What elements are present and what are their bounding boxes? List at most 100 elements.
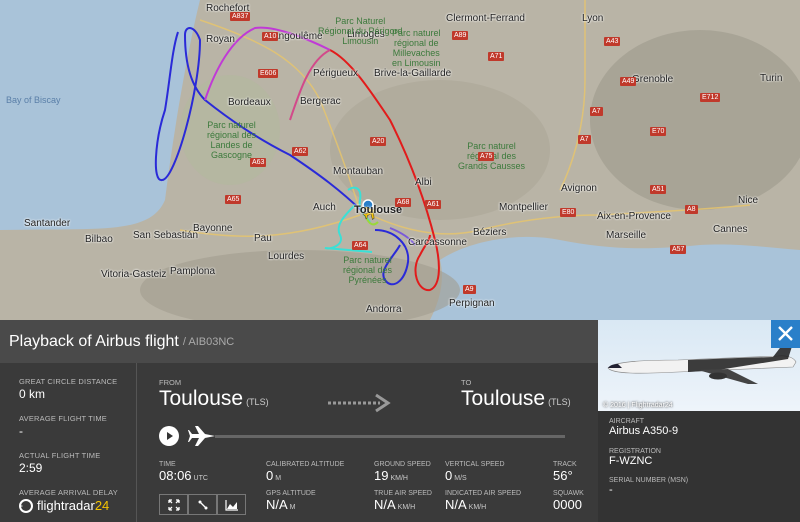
gps-altitude: GPS ALTITUDE N/A M — [266, 490, 316, 512]
road-label: A7 — [578, 135, 591, 144]
road-label: A57 — [670, 245, 687, 254]
destination-city[interactable]: Toulouse (TLS) — [461, 387, 571, 411]
indicated-air-speed: INDICATED AIR SPEED N/A KM/H — [445, 490, 522, 512]
track-heading: TRACK 56° — [553, 461, 577, 483]
route-icon — [198, 500, 207, 509]
city-label-lourdes: Lourdes — [268, 251, 305, 262]
flight-code: / AIB03NC — [182, 335, 235, 348]
flight-map[interactable]: Bay of Biscay Rochefort Angoulême Royan Lim… — [0, 0, 800, 320]
sea-label: Bay of Biscay — [6, 95, 61, 105]
road-label: A10 — [262, 32, 279, 41]
city-label-pamplona: Pamplona — [170, 266, 216, 277]
city-label-lyon: Lyon — [582, 13, 604, 24]
city-label-bergerac: Bergerac — [300, 96, 341, 107]
region-label-pyrenees: Parc naturel régional des Pyrénées — [343, 255, 393, 285]
flight-info-panel: Playback of Airbus flight / AIB03NC GREA… — [0, 320, 800, 522]
close-button[interactable] — [771, 320, 800, 348]
city-label-aix: Aix-en-Provence — [597, 211, 671, 222]
play-button[interactable] — [159, 426, 179, 446]
chart-icon — [224, 499, 238, 511]
city-label-clermont: Clermont-Ferrand — [446, 13, 525, 24]
time-field: TIME 08:06 UTC — [159, 461, 208, 483]
city-label-montauban: Montauban — [333, 166, 384, 177]
city-label-avignon: Avignon — [561, 183, 597, 194]
to-label: TO — [461, 378, 472, 387]
city-label-nice: Nice — [738, 195, 759, 206]
graph-button[interactable] — [217, 494, 246, 515]
road-label: A68 — [395, 198, 412, 207]
playback-timeline[interactable] — [215, 435, 565, 438]
true-air-speed: TRUE AIR SPEED N/A KM/H — [374, 490, 432, 512]
from-label: FROM — [159, 378, 182, 387]
stat-actual-flight-time: ACTUAL FLIGHT TIME 2:59 — [19, 451, 101, 475]
region-label-limousin: Parc Naturel Régional du Périgord Limousin — [318, 16, 403, 46]
road-label: A43 — [604, 37, 621, 46]
ground-speed: GROUND SPEED 19 KM/H — [374, 461, 431, 483]
city-label-andorra: Andorra — [366, 304, 402, 315]
road-label: E606 — [258, 69, 279, 78]
airplane-image — [607, 340, 797, 384]
region-label-millevaches: Parc naturel régional de Millevaches en Lim… — [392, 28, 441, 68]
city-label-bayonne: Bayonne — [193, 223, 233, 234]
city-label-grenoble: Grenoble — [632, 74, 674, 85]
panel-title: Playback of Airbus flight — [9, 332, 179, 350]
road-label: A75 — [478, 152, 495, 161]
fullscreen-button[interactable] — [159, 494, 188, 515]
stat-average-flight-time: AVERAGE FLIGHT TIME - — [19, 414, 107, 438]
city-label-sansebastian: San Sebastián — [133, 230, 199, 241]
plane-progress-icon[interactable] — [188, 425, 216, 447]
city-label-pau: Pau — [254, 233, 272, 244]
route-button[interactable] — [188, 494, 217, 515]
city-label-vitoria: Vitoria-Gasteiz — [101, 269, 167, 280]
city-label-santander: Santander — [24, 218, 71, 229]
stat-great-circle: GREAT CIRCLE DISTANCE 0 km — [19, 377, 118, 401]
city-label-turin: Turin — [760, 73, 783, 84]
road-label: A64 — [352, 241, 369, 250]
road-label: A62 — [292, 147, 309, 156]
vertical-speed: VERTICAL SPEED 0 M/S — [445, 461, 505, 483]
origin-city[interactable]: Toulouse (TLS) — [159, 387, 269, 411]
road-label: A89 — [452, 31, 469, 40]
road-label: A61 — [425, 200, 442, 209]
aircraft-serial: SERIAL NUMBER (MSN) - — [609, 477, 689, 496]
aircraft-photo[interactable]: © 2016 | Flightradar24 — [598, 320, 800, 411]
city-label-angouleme: Angoulême — [272, 31, 323, 42]
city-label-carcassonne: Carcassonne — [408, 237, 467, 248]
city-label-marseille: Marseille — [606, 230, 647, 241]
city-label-albi: Albi — [415, 177, 432, 188]
road-label: A65 — [225, 195, 242, 204]
route-arrow-icon — [328, 393, 391, 413]
road-label: E70 — [650, 127, 667, 136]
city-label-cannes: Cannes — [713, 224, 748, 235]
road-label: A49 — [620, 77, 637, 86]
region-label-landes: Parc naturel régional des Landes de Gascogn… — [207, 120, 257, 160]
road-label: E712 — [700, 93, 721, 102]
city-label-brive: Brive-la-Gaillarde — [374, 68, 452, 79]
city-label-bilbao: Bilbao — [85, 234, 113, 245]
aircraft-info: © 2016 | Flightradar24 AIRCRAFT Airbus A… — [598, 320, 800, 522]
panel-title-bar: Playback of Airbus flight / AIB03NC — [0, 320, 598, 363]
calibrated-altitude: CALIBRATED ALTITUDE 0M — [266, 461, 345, 483]
road-label: E80 — [560, 208, 577, 217]
city-label-royan: Royan — [206, 34, 235, 45]
road-label: A837 — [230, 12, 251, 21]
road-label: A20 — [370, 137, 387, 146]
aircraft-registration: REGISTRATION F-WZNC — [609, 448, 661, 467]
logo-icon — [19, 498, 33, 513]
road-label: A8 — [685, 205, 698, 214]
expand-icon — [167, 498, 180, 511]
squawk: SQUAWK 0000 — [553, 490, 584, 512]
road-label: A7 — [590, 107, 603, 116]
city-label-montpellier: Montpellier — [499, 202, 548, 213]
road-label: A9 — [463, 285, 476, 294]
city-label-perpignan: Perpignan — [449, 298, 495, 309]
city-label-bordeaux: Bordeaux — [228, 97, 271, 108]
aircraft-type: AIRCRAFT Airbus A350-9 — [609, 418, 679, 437]
road-label: A63 — [250, 158, 267, 167]
map-controls — [159, 494, 246, 515]
city-label-beziers: Béziers — [473, 227, 507, 238]
city-label-auch: Auch — [313, 202, 336, 213]
flightradar-logo[interactable]: flightradar24 — [19, 498, 109, 513]
city-label-perigueux: Périgueux — [313, 68, 359, 79]
road-label: A71 — [488, 52, 505, 61]
